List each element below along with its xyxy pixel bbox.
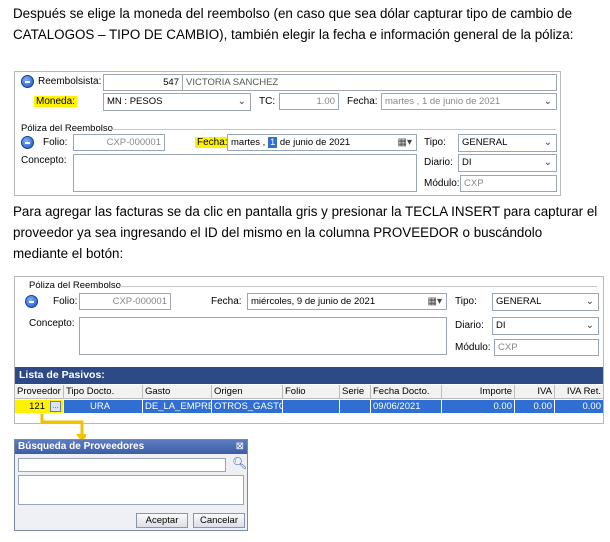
fecha-cell[interactable]: 09/06/2021 [371,400,442,413]
column-header[interactable]: IVA [515,385,555,399]
concepto-label: Concepto: [29,318,75,329]
origen-cell[interactable]: OTROS_GASTO [212,400,283,413]
calendar-dropdown-icon[interactable]: ▦▾ [398,135,412,150]
folio-label: Folio: [53,296,78,307]
column-header[interactable]: Origen [212,385,283,399]
column-header[interactable]: Serie [340,385,371,399]
tipo-value: GENERAL [496,296,542,307]
folio-field[interactable]: CXP-000001 [73,134,165,151]
moneda-select[interactable]: MN : PESOS ⌄ [103,93,251,111]
column-header[interactable]: Folio [283,385,340,399]
search-icon[interactable]: 🔍︎ [232,456,247,470]
calendar-dropdown-icon[interactable]: ▦▾ [428,294,442,309]
chevron-down-icon: ⌄ [585,320,594,331]
tipo-select[interactable]: GENERAL ⌄ [492,293,599,311]
reembolsista-search-icon[interactable] [21,75,34,88]
busqueda-proveedores-dialog: Búsqueda de Proveedores ⊠ 🔍︎ Aceptar Can… [14,439,248,531]
reembolsista-id-field[interactable]: 547 [103,74,183,91]
column-header[interactable]: Fecha Docto. [371,385,442,399]
results-list[interactable] [18,475,244,505]
folio-field[interactable]: CXP-000001 [79,293,171,310]
paragraph-intro: Después se elige la moneda del reembolso… [13,6,574,42]
reembolsista-label: Reembolsista: [38,76,102,87]
iva-ret-cell[interactable]: 0.00 [555,400,603,413]
group-divider [110,129,556,130]
column-header[interactable]: Proveedor [15,385,64,399]
fecha-label: Fecha: [211,296,242,307]
importe-cell[interactable]: 0.00 [442,400,515,413]
chevron-down-icon: ⌄ [237,96,246,107]
tc-field[interactable]: 1.00 [279,93,339,110]
reembolso-form-1: Reembolsista: 547 VICTORIA SANCHEZ Moned… [14,71,561,196]
chevron-down-icon: ⌄ [543,137,552,148]
diario-label: Diario: [424,157,453,168]
tipo-label: Tipo: [455,296,477,307]
moneda-value: MN : PESOS [107,96,163,107]
close-icon[interactable]: ⊠ [236,441,244,453]
fecha-value: martes , 1 de junio de 2021 [385,96,501,107]
chevron-down-icon: ⌄ [585,296,594,307]
tipo-value: GENERAL [462,137,508,148]
fecha-poliza-label: Fecha: [195,137,230,148]
gasto-cell[interactable]: DE_LA_EMPRES [143,400,212,413]
accept-button[interactable]: Aceptar [136,513,188,528]
fecha-label: Fecha: [347,96,378,107]
reembolsista-name-field: VICTORIA SANCHEZ [182,74,557,91]
concepto-textarea[interactable] [79,317,447,355]
modulo-field: CXP [460,175,557,192]
folio-search-icon[interactable] [25,295,38,308]
folio-cell[interactable] [283,400,340,413]
cancel-button[interactable]: Cancelar [193,513,245,528]
folio-search-icon[interactable] [21,136,34,149]
paragraph-instructions: Para agregar las facturas se da clic en … [13,204,598,261]
serie-cell[interactable] [340,400,371,413]
iva-cell[interactable]: 0.00 [515,400,555,413]
fecha-field[interactable]: miércoles, 9 de junio de 2021 ▦▾ [247,293,447,310]
pasivos-table-header: Proveedor Tipo Docto. Gasto Origen Folio… [15,385,603,399]
diario-label: Diario: [455,320,484,331]
fecha-poliza-rest: de junio de 2021 [279,137,351,148]
dialog-title: Búsqueda de Proveedores [15,440,247,454]
lista-pasivos-header: Lista de Pasivos: [15,367,603,384]
modulo-label: Módulo: [455,342,491,353]
group-divider [119,286,597,287]
poliza-group-label: Póliza del Reembolso [21,123,113,134]
diario-value: DI [496,320,506,331]
diario-select[interactable]: DI ⌄ [458,154,557,172]
column-header[interactable]: Gasto [143,385,212,399]
table-row[interactable]: 121 … URA DE_LA_EMPRES OTROS_GASTO 09/06… [15,400,603,413]
fecha-poliza-day-number: 1 [267,137,278,148]
tc-label: TC: [259,96,276,107]
fecha-value: miércoles, 9 de junio de 2021 [251,296,376,307]
fecha-poliza-field[interactable]: martes , 1 de junio de 2021 ▦▾ [227,134,417,151]
tipo-select[interactable]: GENERAL ⌄ [458,134,557,152]
folio-label: Folio: [43,137,68,148]
diario-select[interactable]: DI ⌄ [492,317,599,335]
concepto-label: Concepto: [21,155,67,166]
diario-value: DI [462,157,472,168]
modulo-label: Módulo: [424,178,460,189]
column-header[interactable]: Importe [442,385,515,399]
tipo-label: Tipo: [424,137,446,148]
fecha-field[interactable]: martes , 1 de junio de 2021 ⌄ [381,93,557,110]
search-input[interactable] [18,458,226,472]
ellipsis-icon[interactable]: … [50,401,61,412]
modulo-field: CXP [494,339,599,356]
column-header[interactable]: Tipo Docto. [64,385,143,399]
chevron-down-icon: ⌄ [543,157,552,168]
moneda-label: Moneda: [34,96,77,107]
concepto-textarea[interactable] [73,154,417,192]
fecha-poliza-day: martes , [231,137,266,148]
chevron-down-icon: ⌄ [543,96,552,107]
reembolso-form-2: Póliza del Reembolso Folio: CXP-000001 F… [14,276,604,424]
poliza-group-label: Póliza del Reembolso [29,280,121,291]
column-header[interactable]: IVA Ret. [555,385,603,399]
